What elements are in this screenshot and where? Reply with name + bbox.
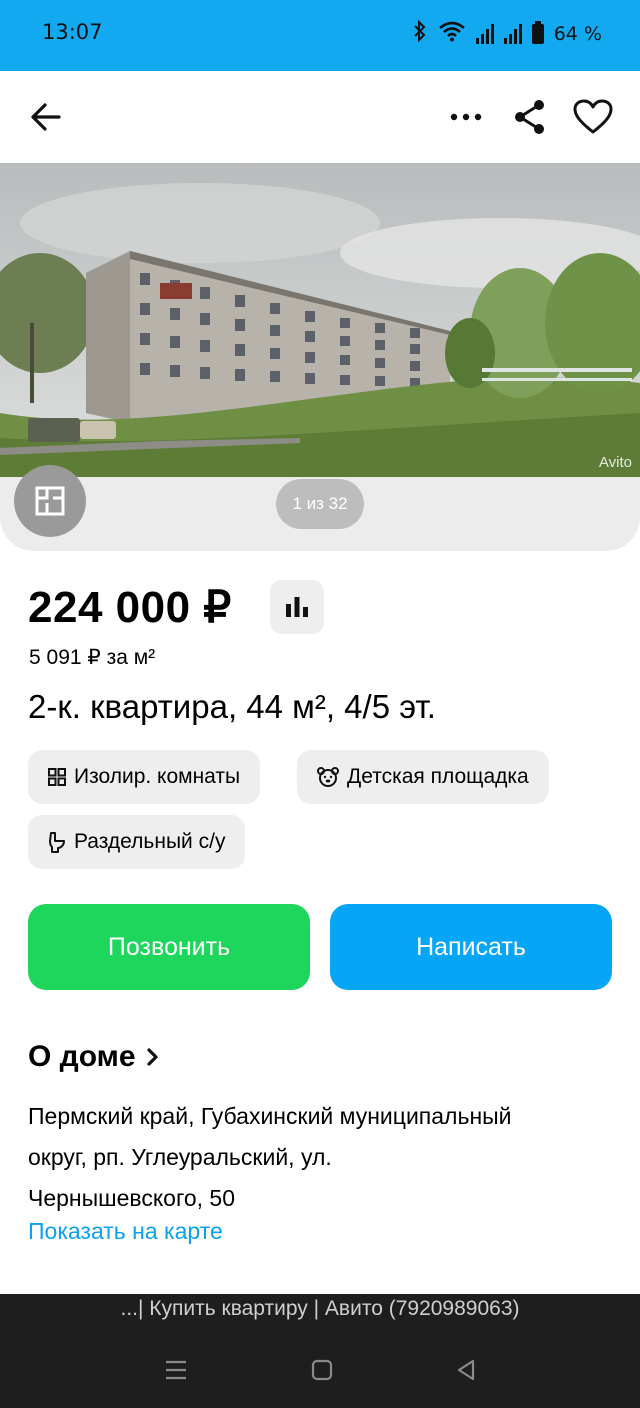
address-line: Пермский край, Губахинский муниципальный (28, 1103, 512, 1129)
system-bottom-bar: ...| Купить квартиру | Авито (7920989063… (0, 1294, 640, 1408)
about-house-link[interactable]: О доме (28, 1040, 160, 1074)
bear-face-icon (317, 767, 339, 787)
avito-watermark: Avito (598, 454, 632, 471)
wifi-icon (438, 20, 466, 47)
address-line: Чернышевского, 50 (28, 1185, 235, 1211)
feature-chip-bathroom: Раздельный с/у (28, 815, 246, 869)
show-on-map-link[interactable]: Показать на карте (28, 1218, 223, 1245)
share-button[interactable] (506, 93, 554, 141)
nav-back-button[interactable] (452, 1356, 480, 1384)
battery-icon (531, 20, 544, 44)
grid-icon (48, 768, 66, 786)
favorite-button[interactable] (569, 93, 617, 141)
signal-2-icon (503, 23, 522, 44)
price-per-m2: 5 091 ₽ за м² (29, 646, 156, 669)
home-button[interactable] (308, 1356, 336, 1384)
feature-chip-rooms: Изолир. комнаты (28, 750, 261, 804)
bluetooth-icon (412, 19, 428, 47)
bar-chart-icon (286, 597, 308, 617)
feature-label: Изолир. комнаты (74, 765, 241, 788)
share-icon (515, 100, 544, 134)
feature-chip-playground: Детская площадка (297, 750, 549, 804)
back-button[interactable] (22, 93, 70, 141)
more-button[interactable] (442, 93, 490, 141)
listing-title: 2-к. квартира, 44 м², 4/5 эт. (28, 688, 436, 725)
status-icons: 64 % (412, 19, 602, 47)
call-button[interactable]: Позвонить (28, 904, 310, 990)
price: 224 000 ₽ (28, 583, 232, 632)
arrow-left-icon (31, 103, 61, 131)
more-icon (450, 113, 482, 121)
battery-percent: 64 % (553, 22, 602, 45)
toilet-icon (49, 832, 65, 853)
section-title: О доме (28, 1040, 136, 1073)
photo-counter: 1 из 32 (276, 479, 364, 529)
page-title: ...| Купить квартиру | Авито (7920989063… (120, 1297, 520, 1320)
back-triangle-icon (457, 1359, 475, 1381)
floor-plan-button[interactable] (14, 465, 86, 537)
app-bar (0, 71, 640, 163)
price-history-button[interactable] (270, 580, 324, 634)
recents-button[interactable] (162, 1356, 190, 1384)
address: Пермский край, Губахинский муниципальный… (28, 1096, 628, 1219)
heart-icon (573, 99, 613, 134)
address-line: округ, рп. Углеуральский, ул. (28, 1144, 332, 1170)
home-icon (311, 1359, 333, 1381)
chevron-right-icon (146, 1048, 158, 1066)
recents-icon (166, 1360, 186, 1380)
feature-label: Детская площадка (347, 765, 529, 788)
floor-plan-icon (35, 486, 65, 516)
feature-label: Раздельный с/у (74, 830, 226, 853)
listing-photo[interactable]: Avito (0, 163, 640, 477)
signal-icon (475, 23, 494, 44)
write-button[interactable]: Написать (330, 904, 612, 990)
status-time: 13:07 (42, 20, 103, 44)
status-bar: 13:07 64 % (0, 0, 640, 71)
